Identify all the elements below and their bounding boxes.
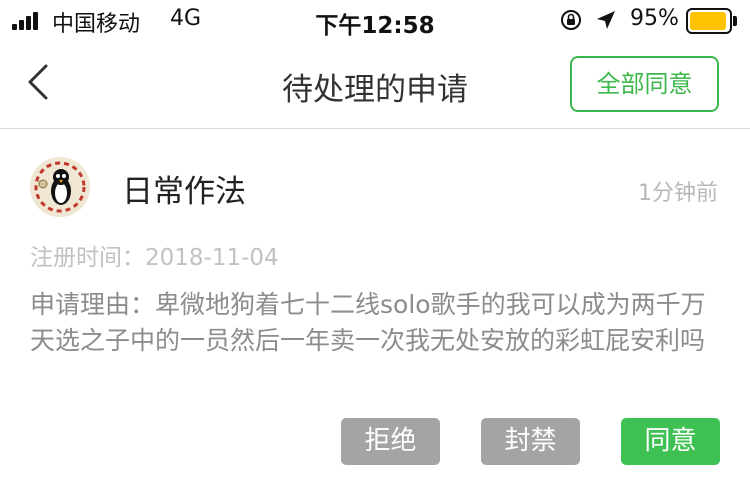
request-card: 日常作法 1分钟前 注册时间：2018-11-04 申请理由：卑微地狗着七十二线…: [0, 130, 750, 493]
nav-bar: 待处理的申请 全部同意: [0, 42, 750, 129]
rotation-lock-icon: [561, 10, 581, 30]
location-arrow-icon: [597, 11, 615, 29]
registration-date: 注册时间：2018-11-04: [30, 245, 279, 271]
battery-icon: [686, 8, 738, 34]
avatar[interactable]: [30, 157, 90, 217]
request-reason: 申请理由：卑微地狗着七十二线solo歌手的我可以成为两千万天选之子中的一员然后一…: [30, 290, 706, 355]
status-bar: 中国移动 4G 下午12:58 95%: [0, 0, 750, 42]
reject-button[interactable]: 拒绝: [341, 418, 440, 465]
approve-all-button[interactable]: 全部同意: [570, 56, 719, 112]
ban-button[interactable]: 封禁: [481, 418, 580, 465]
battery-percent: 95%: [630, 6, 679, 31]
agree-button[interactable]: 同意: [621, 418, 720, 465]
applicant-name: 日常作法: [122, 174, 246, 210]
request-time: 1分钟前: [638, 181, 718, 206]
